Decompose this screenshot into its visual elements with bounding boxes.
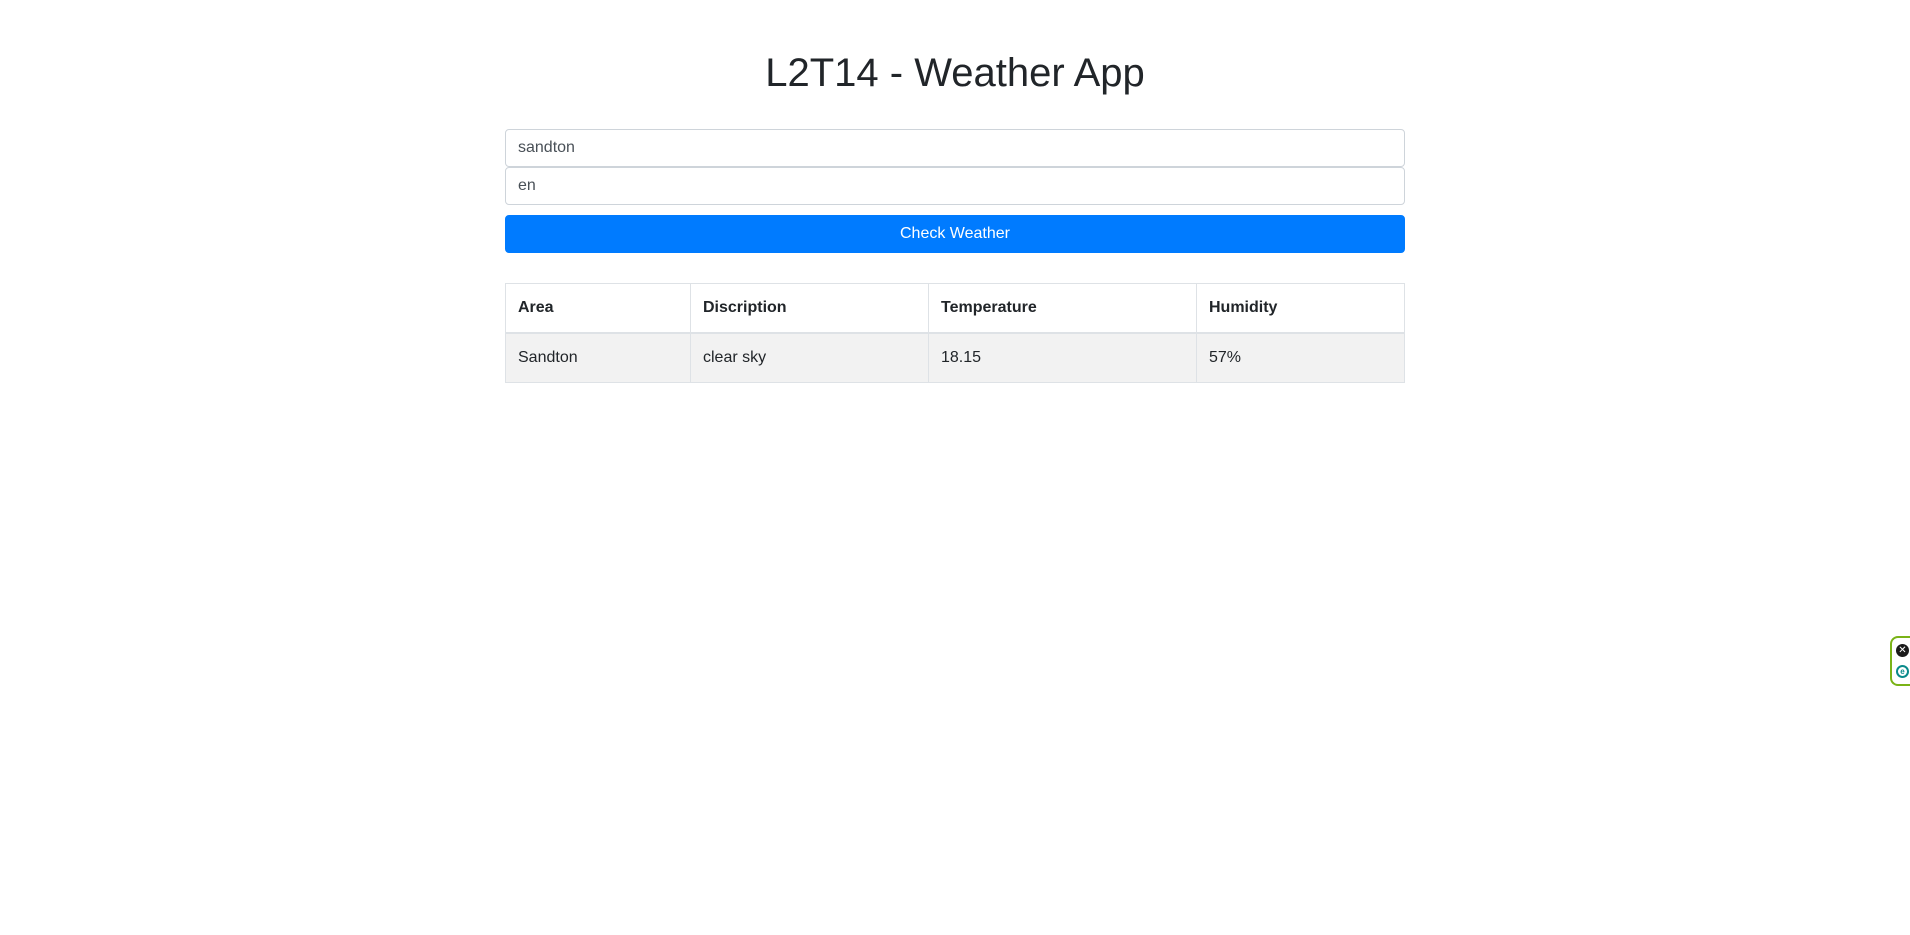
close-icon[interactable]: ✕ xyxy=(1896,644,1909,657)
column-header-temperature: Temperature xyxy=(928,283,1197,334)
cell-area: Sandton xyxy=(505,332,691,383)
cell-temperature: 18.15 xyxy=(928,332,1197,383)
column-header-humidity: Humidity xyxy=(1196,283,1405,334)
table-row: Sandton clear sky 18.15 57% xyxy=(505,332,1405,383)
city-input[interactable] xyxy=(505,129,1405,167)
weather-results-table: Area Discription Temperature Humidity Sa… xyxy=(505,283,1405,383)
column-header-area: Area xyxy=(505,283,691,334)
check-weather-button[interactable]: Check Weather xyxy=(505,215,1405,253)
cell-description: clear sky xyxy=(690,332,929,383)
page: L2T14 - Weather App Check Weather Area D… xyxy=(0,0,1910,935)
side-extension-widget[interactable]: ✕ e xyxy=(1890,636,1910,686)
page-title: L2T14 - Weather App xyxy=(765,51,1145,95)
column-header-description: Discription xyxy=(690,283,929,334)
cell-humidity: 57% xyxy=(1196,332,1405,383)
language-input[interactable] xyxy=(505,167,1405,205)
weather-app-container: L2T14 - Weather App Check Weather Area D… xyxy=(505,0,1405,383)
weather-form: Check Weather xyxy=(505,129,1405,253)
table-header-row: Area Discription Temperature Humidity xyxy=(505,283,1405,334)
extension-icon[interactable]: e xyxy=(1896,665,1909,678)
